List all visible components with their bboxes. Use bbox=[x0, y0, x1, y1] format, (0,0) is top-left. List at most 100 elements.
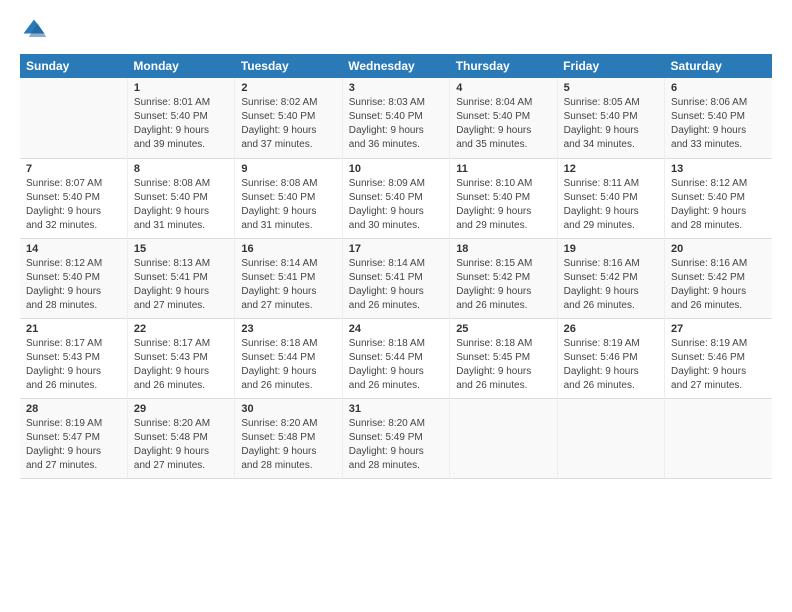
calendar-cell bbox=[557, 398, 664, 478]
day-number: 22 bbox=[134, 323, 228, 335]
day-info: Sunrise: 8:19 AM Sunset: 5:46 PM Dayligh… bbox=[564, 337, 658, 393]
calendar-cell: 27Sunrise: 8:19 AM Sunset: 5:46 PM Dayli… bbox=[665, 318, 772, 398]
calendar-cell: 11Sunrise: 8:10 AM Sunset: 5:40 PM Dayli… bbox=[450, 158, 557, 238]
day-number: 19 bbox=[564, 243, 658, 255]
day-number: 23 bbox=[241, 323, 335, 335]
day-number: 26 bbox=[564, 323, 658, 335]
calendar-cell bbox=[20, 78, 127, 158]
col-header-wednesday: Wednesday bbox=[342, 54, 449, 78]
calendar-cell: 15 Sunrise: 8:13 AM Sunset: 5:41 PM Dayli… bbox=[127, 238, 234, 318]
day-number: 4 bbox=[456, 82, 550, 94]
calendar-cell: 12 Sunrise: 8:11 AM Sunset: 5:40 PM Dayli… bbox=[557, 158, 664, 238]
day-info: Sunrise: 8:18 AM Sunset: 5:44 PM Dayligh… bbox=[241, 337, 335, 393]
day-info: Sunrise: 8:13 AM Sunset: 5:41 PM Dayligh… bbox=[134, 257, 228, 313]
logo-icon bbox=[20, 16, 48, 44]
day-info: Sunrise: 8:16 AM Sunset: 5:42 PM Dayligh… bbox=[671, 257, 766, 313]
day-number: 8 bbox=[134, 163, 228, 175]
calendar-cell: 5 Sunrise: 8:05 AM Sunset: 5:40 PM Daylig… bbox=[557, 78, 664, 158]
calendar-cell: 10 Sunrise: 8:09 AM Sunset: 5:40 PM Dayli… bbox=[342, 158, 449, 238]
day-number: 24 bbox=[349, 323, 443, 335]
day-info: Sunrise: 8:09 AM Sunset: 5:40 PM Dayligh… bbox=[349, 177, 443, 233]
header-row: SundayMondayTuesdayWednesdayThursdayFrid… bbox=[20, 54, 772, 78]
day-number: 18 bbox=[456, 243, 550, 255]
day-number: 20 bbox=[671, 243, 766, 255]
day-number: 29 bbox=[134, 403, 228, 415]
calendar-cell: 16Sunrise: 8:14 AM Sunset: 5:41 PM Dayli… bbox=[235, 238, 342, 318]
day-info: Sunrise: 8:17 AM Sunset: 5:43 PM Dayligh… bbox=[26, 337, 121, 393]
day-info: Sunrise: 8:11 AM Sunset: 5:40 PM Dayligh… bbox=[564, 177, 658, 233]
day-info: Sunrise: 8:03 AM Sunset: 5:40 PM Dayligh… bbox=[349, 96, 443, 152]
calendar-cell: 9 Sunrise: 8:08 AM Sunset: 5:40 PM Daylig… bbox=[235, 158, 342, 238]
day-info: Sunrise: 8:19 AM Sunset: 5:46 PM Dayligh… bbox=[671, 337, 766, 393]
day-number: 28 bbox=[26, 403, 121, 415]
week-row-4: 21 Sunrise: 8:17 AM Sunset: 5:43 PM Dayli… bbox=[20, 318, 772, 398]
day-info: Sunrise: 8:06 AM Sunset: 5:40 PM Dayligh… bbox=[671, 96, 766, 152]
day-info: Sunrise: 8:01 AM Sunset: 5:40 PM Dayligh… bbox=[134, 96, 228, 152]
calendar-cell: 14Sunrise: 8:12 AM Sunset: 5:40 PM Dayli… bbox=[20, 238, 127, 318]
day-number: 31 bbox=[349, 403, 443, 415]
day-number: 10 bbox=[349, 163, 443, 175]
day-info: Sunrise: 8:19 AM Sunset: 5:47 PM Dayligh… bbox=[26, 417, 121, 473]
week-row-3: 14Sunrise: 8:12 AM Sunset: 5:40 PM Dayli… bbox=[20, 238, 772, 318]
col-header-saturday: Saturday bbox=[665, 54, 772, 78]
day-info: Sunrise: 8:12 AM Sunset: 5:40 PM Dayligh… bbox=[26, 257, 121, 313]
calendar-cell: 23 Sunrise: 8:18 AM Sunset: 5:44 PM Dayli… bbox=[235, 318, 342, 398]
calendar-cell: 28 Sunrise: 8:19 AM Sunset: 5:47 PM Dayli… bbox=[20, 398, 127, 478]
week-row-1: 1 Sunrise: 8:01 AM Sunset: 5:40 PM Daylig… bbox=[20, 78, 772, 158]
day-info: Sunrise: 8:18 AM Sunset: 5:45 PM Dayligh… bbox=[456, 337, 550, 393]
day-info: Sunrise: 8:14 AM Sunset: 5:41 PM Dayligh… bbox=[349, 257, 443, 313]
day-info: Sunrise: 8:05 AM Sunset: 5:40 PM Dayligh… bbox=[564, 96, 658, 152]
page: SundayMondayTuesdayWednesdayThursdayFrid… bbox=[0, 0, 792, 612]
day-number: 30 bbox=[241, 403, 335, 415]
day-number: 13 bbox=[671, 163, 766, 175]
day-info: Sunrise: 8:08 AM Sunset: 5:40 PM Dayligh… bbox=[241, 177, 335, 233]
calendar-cell: 17Sunrise: 8:14 AM Sunset: 5:41 PM Dayli… bbox=[342, 238, 449, 318]
calendar-cell: 1 Sunrise: 8:01 AM Sunset: 5:40 PM Daylig… bbox=[127, 78, 234, 158]
calendar-cell bbox=[665, 398, 772, 478]
day-info: Sunrise: 8:02 AM Sunset: 5:40 PM Dayligh… bbox=[241, 96, 335, 152]
day-number: 25 bbox=[456, 323, 550, 335]
col-header-monday: Monday bbox=[127, 54, 234, 78]
day-info: Sunrise: 8:04 AM Sunset: 5:40 PM Dayligh… bbox=[456, 96, 550, 152]
calendar-cell: 13 Sunrise: 8:12 AM Sunset: 5:40 PM Dayli… bbox=[665, 158, 772, 238]
calendar-cell bbox=[450, 398, 557, 478]
day-number: 15 bbox=[134, 243, 228, 255]
calendar-cell: 19 Sunrise: 8:16 AM Sunset: 5:42 PM Dayli… bbox=[557, 238, 664, 318]
calendar-cell: 3Sunrise: 8:03 AM Sunset: 5:40 PM Daylig… bbox=[342, 78, 449, 158]
calendar-cell: 4 Sunrise: 8:04 AM Sunset: 5:40 PM Daylig… bbox=[450, 78, 557, 158]
day-info: Sunrise: 8:12 AM Sunset: 5:40 PM Dayligh… bbox=[671, 177, 766, 233]
day-info: Sunrise: 8:15 AM Sunset: 5:42 PM Dayligh… bbox=[456, 257, 550, 313]
calendar-cell: 24 Sunrise: 8:18 AM Sunset: 5:44 PM Dayli… bbox=[342, 318, 449, 398]
calendar-cell: 26 Sunrise: 8:19 AM Sunset: 5:46 PM Dayli… bbox=[557, 318, 664, 398]
logo bbox=[20, 16, 52, 44]
week-row-5: 28 Sunrise: 8:19 AM Sunset: 5:47 PM Dayli… bbox=[20, 398, 772, 478]
day-info: Sunrise: 8:18 AM Sunset: 5:44 PM Dayligh… bbox=[349, 337, 443, 393]
day-number: 1 bbox=[134, 82, 228, 94]
calendar-cell: 2 Sunrise: 8:02 AM Sunset: 5:40 PM Daylig… bbox=[235, 78, 342, 158]
day-number: 21 bbox=[26, 323, 121, 335]
day-number: 5 bbox=[564, 82, 658, 94]
calendar-cell: 6Sunrise: 8:06 AM Sunset: 5:40 PM Daylig… bbox=[665, 78, 772, 158]
calendar-cell: 29 Sunrise: 8:20 AM Sunset: 5:48 PM Dayli… bbox=[127, 398, 234, 478]
day-number: 7 bbox=[26, 163, 121, 175]
day-info: Sunrise: 8:20 AM Sunset: 5:48 PM Dayligh… bbox=[134, 417, 228, 473]
day-info: Sunrise: 8:16 AM Sunset: 5:42 PM Dayligh… bbox=[564, 257, 658, 313]
calendar-cell: 21 Sunrise: 8:17 AM Sunset: 5:43 PM Dayli… bbox=[20, 318, 127, 398]
day-info: Sunrise: 8:08 AM Sunset: 5:40 PM Dayligh… bbox=[134, 177, 228, 233]
day-number: 9 bbox=[241, 163, 335, 175]
col-header-thursday: Thursday bbox=[450, 54, 557, 78]
day-number: 2 bbox=[241, 82, 335, 94]
day-info: Sunrise: 8:14 AM Sunset: 5:41 PM Dayligh… bbox=[241, 257, 335, 313]
day-number: 12 bbox=[564, 163, 658, 175]
calendar-cell: 8 Sunrise: 8:08 AM Sunset: 5:40 PM Daylig… bbox=[127, 158, 234, 238]
day-info: Sunrise: 8:17 AM Sunset: 5:43 PM Dayligh… bbox=[134, 337, 228, 393]
calendar-cell: 7Sunrise: 8:07 AM Sunset: 5:40 PM Daylig… bbox=[20, 158, 127, 238]
week-row-2: 7Sunrise: 8:07 AM Sunset: 5:40 PM Daylig… bbox=[20, 158, 772, 238]
calendar-cell: 30Sunrise: 8:20 AM Sunset: 5:48 PM Dayli… bbox=[235, 398, 342, 478]
calendar-cell: 18 Sunrise: 8:15 AM Sunset: 5:42 PM Dayli… bbox=[450, 238, 557, 318]
calendar-cell: 25 Sunrise: 8:18 AM Sunset: 5:45 PM Dayli… bbox=[450, 318, 557, 398]
col-header-friday: Friday bbox=[557, 54, 664, 78]
calendar-cell: 31Sunrise: 8:20 AM Sunset: 5:49 PM Dayli… bbox=[342, 398, 449, 478]
calendar-cell: 20 Sunrise: 8:16 AM Sunset: 5:42 PM Dayli… bbox=[665, 238, 772, 318]
day-info: Sunrise: 8:10 AM Sunset: 5:40 PM Dayligh… bbox=[456, 177, 550, 233]
